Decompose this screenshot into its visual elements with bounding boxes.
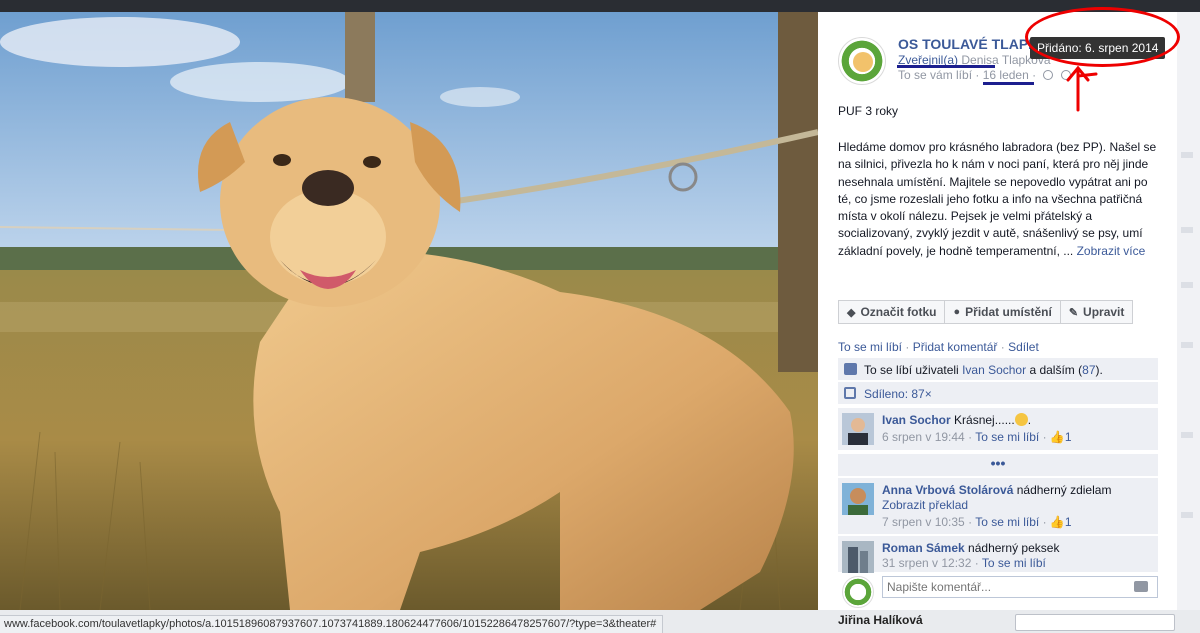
comment-date[interactable]: 6 srpen v 19:44 xyxy=(882,430,965,444)
comment-date[interactable]: 7 srpen v 10:35 xyxy=(882,515,965,529)
liker-link[interactable]: Ivan Sochor xyxy=(962,363,1026,377)
comment-input[interactable] xyxy=(882,576,1158,598)
post-actions: To se mi líbí · Přidat komentář · Sdílet xyxy=(838,340,1039,354)
show-more-link[interactable]: Zobrazit více xyxy=(1077,244,1146,258)
meta-separator: · xyxy=(1042,515,1047,529)
pencil-icon: ✎ xyxy=(1068,306,1079,319)
thumbs-up-icon xyxy=(844,363,857,375)
comment-like-link[interactable]: To se mi líbí xyxy=(982,556,1046,570)
page-avatar[interactable] xyxy=(838,37,886,85)
comment-like-count[interactable]: 👍1 xyxy=(1050,515,1072,529)
annotation-red-arrow-icon xyxy=(1066,65,1098,112)
comment-text-line: Ivan Sochor Krásnej....... xyxy=(882,413,1032,427)
comment: Anna Vrbová Stolárová nádherný zdielam Z… xyxy=(838,478,1158,534)
annotation-red-circle xyxy=(1025,7,1180,67)
page-name-link[interactable]: OS TOULAVÉ TLAPK xyxy=(898,36,1038,52)
comment-like-count[interactable]: 👍1 xyxy=(1050,430,1072,444)
tag-photo-button[interactable]: ◆ Označit fotku xyxy=(838,300,946,324)
browser-status-bar: www.facebook.com/toulavetlapky/photos/a.… xyxy=(0,615,664,633)
post-title: PUF 3 roky xyxy=(838,104,899,118)
translate-link[interactable]: Zobrazit překlad xyxy=(882,498,968,512)
smiley-emoji-icon xyxy=(1014,413,1028,426)
comment-meta: 7 srpen v 10:35 · To se mi líbí · 👍1 xyxy=(882,515,1072,529)
action-separator: · xyxy=(905,340,910,354)
clock-icon xyxy=(1043,70,1054,80)
comment-text: nádherný zdielam xyxy=(1016,483,1112,497)
camera-icon[interactable] xyxy=(1134,581,1148,592)
meta-separator: · xyxy=(1042,430,1047,444)
location-pin-icon: ● xyxy=(953,306,961,318)
likes-prefix: To se líbí uživateli xyxy=(864,363,959,377)
likes-suffix: ). xyxy=(1095,363,1103,377)
composer-avatar xyxy=(842,576,874,608)
meta-like-link[interactable]: To se vám líbí xyxy=(898,68,972,82)
meta-separator: · xyxy=(975,68,980,82)
annotation-underline-shared-by xyxy=(897,65,995,68)
edit-button[interactable]: ✎ Upravit xyxy=(1060,300,1134,324)
photo-viewer[interactable] xyxy=(0,12,818,610)
add-comment-link[interactable]: Přidat komentář xyxy=(913,340,998,354)
comment-like-link[interactable]: To se mi líbí xyxy=(975,515,1039,529)
background-page-edge xyxy=(1177,12,1200,610)
comment-text: nádherný peksek xyxy=(968,541,1060,555)
meta-separator: · xyxy=(974,556,979,570)
background-search-box xyxy=(1015,614,1175,631)
comment-date[interactable]: 31 srpen v 12:32 xyxy=(882,556,971,570)
action-separator: · xyxy=(1000,340,1005,354)
shares-summary[interactable]: Sdíleno: 87× xyxy=(838,382,1158,404)
tag-photo-label: Označit fotku xyxy=(860,305,937,319)
share-icon xyxy=(844,387,856,399)
likes-summary: To se líbí uživateli Ivan Sochor a další… xyxy=(838,358,1158,380)
comment-author[interactable]: Ivan Sochor xyxy=(882,413,951,427)
share-link[interactable]: Sdílet xyxy=(1008,340,1039,354)
add-location-label: Přidat umístění xyxy=(965,305,1052,319)
comment-author[interactable]: Roman Sámek xyxy=(882,541,965,555)
comment-like-count-value: 1 xyxy=(1064,430,1072,444)
comment-text-line: Roman Sámek nádherný peksek xyxy=(882,540,1152,556)
screen: OS TOULAVÉ TLAPK Zveřejnil(a) Denisa Tla… xyxy=(0,0,1200,633)
commenter-avatar[interactable] xyxy=(842,413,874,445)
comment-text: Krásnej...... xyxy=(954,413,1015,427)
comment-composer xyxy=(838,572,1177,610)
background-page-topbar xyxy=(0,0,1200,12)
commenter-avatar[interactable] xyxy=(842,541,874,573)
comment: Roman Sámek nádherný peksek 31 srpen v 1… xyxy=(838,536,1158,573)
commenter-avatar[interactable] xyxy=(842,483,874,515)
meta-separator: · xyxy=(968,515,973,529)
likes-count-link[interactable]: 87 xyxy=(1082,363,1095,377)
photo-side-panel: OS TOULAVÉ TLAPK Zveřejnil(a) Denisa Tla… xyxy=(818,12,1177,610)
annotation-underline-date xyxy=(983,82,1034,85)
meta-separator: · xyxy=(1032,68,1037,82)
likes-mid: a dalším ( xyxy=(1029,363,1083,377)
comment-author[interactable]: Anna Vrbová Stolárová xyxy=(882,483,1013,497)
post-body: Hledáme domov pro krásného labradora (be… xyxy=(838,139,1160,260)
dog-photo xyxy=(0,12,818,610)
comment-like-count-value: 1 xyxy=(1064,515,1072,529)
post-date-link[interactable]: 16 leden xyxy=(983,68,1029,82)
shares-label: Sdíleno: 87× xyxy=(864,387,932,401)
comment-like-link[interactable]: To se mi líbí xyxy=(975,430,1039,444)
comment-meta: 6 srpen v 19:44 · To se mi líbí · 👍1 xyxy=(882,430,1072,444)
comment: Ivan Sochor Krásnej....... 6 srpen v 19:… xyxy=(838,408,1158,450)
more-comments-button[interactable]: ••• xyxy=(838,454,1158,476)
add-location-button[interactable]: ● Přidat umístění xyxy=(945,300,1061,324)
post-body-text: Hledáme domov pro krásného labradora (be… xyxy=(838,140,1157,258)
post-meta: To se vám líbí · 16 leden · xyxy=(898,68,1071,82)
comment-meta: 31 srpen v 12:32 · To se mi líbí xyxy=(882,556,1046,570)
background-chat-name: Jiřina Halíková xyxy=(838,613,923,627)
comment-text-line: Anna Vrbová Stolárová nádherný zdielam xyxy=(882,482,1152,498)
like-link[interactable]: To se mi líbí xyxy=(838,340,902,354)
tag-icon: ◆ xyxy=(847,306,856,319)
meta-separator: · xyxy=(968,430,973,444)
photo-action-buttons: ◆ Označit fotku ● Přidat umístění ✎ Upravit xyxy=(838,300,1134,324)
edit-label: Upravit xyxy=(1083,305,1125,319)
